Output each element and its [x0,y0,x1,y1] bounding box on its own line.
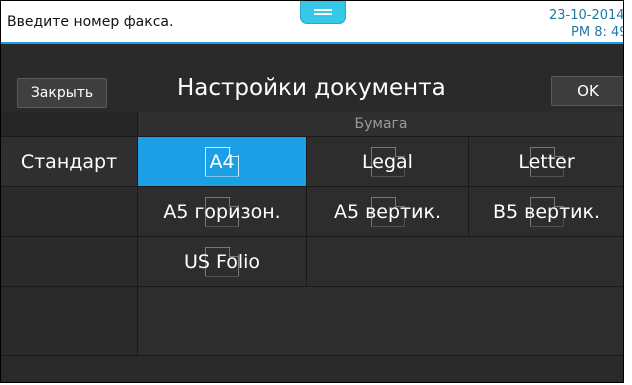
column-header-paper: Бумага [138,112,623,137]
ok-button[interactable]: OK [551,76,623,106]
bottom-strip [1,356,623,382]
empty-left-area [1,287,138,356]
paper-label: Legal [362,150,413,173]
row-label-empty [1,187,138,237]
paper-option-a4[interactable]: A4 [138,137,307,187]
paper-option-letter[interactable]: Letter [469,137,623,187]
page-title: Настройки документа [177,75,446,101]
paper-label: Letter [518,150,575,173]
row-label-empty [1,237,138,287]
close-button[interactable]: Закрыть [17,78,107,108]
paper-label: A5 вертик. [333,200,441,223]
status-bar: Введите номер факса. 23-10-2014 PM 8: 49 [1,1,623,44]
row-label-standard: Стандарт [1,137,138,187]
paper-label: A5 горизон. [163,200,281,223]
paper-option-legal[interactable]: Legal [307,137,469,187]
paper-label: B5 вертик. [492,200,601,223]
header-left-cell [1,112,138,137]
status-message: Введите номер факса. [7,14,174,30]
paper-option-a5-landscape[interactable]: A5 горизон. [138,187,307,237]
paper-option-b5-portrait[interactable]: B5 вертик. [469,187,623,237]
paper-option-a5-portrait[interactable]: A5 вертик. [307,187,469,237]
paper-option-us-folio[interactable]: US Folio [138,237,307,287]
paper-label: US Folio [183,250,261,273]
paper-label: A4 [209,150,235,173]
empty-area [138,287,623,356]
status-time: PM 8: 49 [571,25,624,40]
status-date: 23-10-2014 [549,8,624,23]
pull-down-handle-icon[interactable] [300,1,346,24]
empty-cell [307,237,623,287]
document-settings-screen: Введите номер факса. 23-10-2014 PM 8: 49… [0,0,624,383]
